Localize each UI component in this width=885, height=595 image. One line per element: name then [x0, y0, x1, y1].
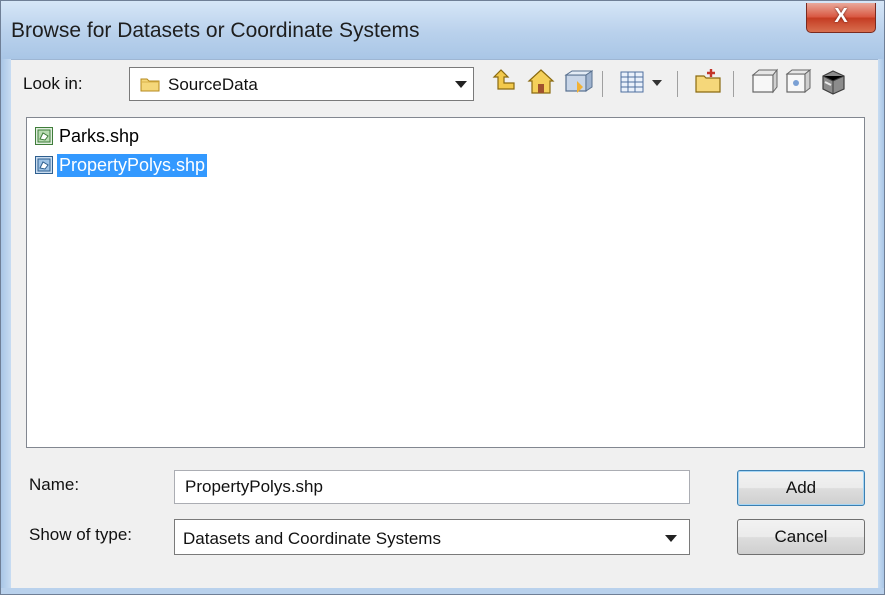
window-frame-bottom [1, 588, 884, 594]
toolbar-separator [677, 71, 678, 97]
title-bar[interactable]: Browse for Datasets or Coordinate System… [1, 1, 884, 60]
new-item-icon[interactable] [749, 67, 779, 97]
show-of-type-dropdown[interactable]: Datasets and Coordinate Systems [174, 519, 690, 555]
window-frame-left [1, 59, 11, 594]
look-in-label: Look in: [23, 74, 83, 93]
connect-to-folder-icon[interactable] [563, 67, 593, 97]
window-title: Browse for Datasets or Coordinate System… [11, 19, 420, 42]
toolbar-separator [602, 71, 603, 97]
window-frame-right [878, 59, 884, 594]
file-name: Parks.shp [59, 126, 140, 146]
close-icon: X [834, 5, 848, 27]
new-folder-icon[interactable] [694, 67, 724, 97]
close-button[interactable]: X [806, 3, 876, 33]
name-input[interactable] [175, 471, 689, 503]
polygon-shapefile-icon [35, 156, 53, 174]
look-in-value: SourceData [168, 75, 258, 94]
home-icon[interactable] [526, 67, 556, 97]
browse-dialog: Browse for Datasets or Coordinate System… [0, 0, 885, 595]
new-database-icon[interactable] [782, 67, 812, 97]
file-list[interactable]: Parks.shp PropertyPolys.shp [26, 117, 865, 448]
toolbar-separator [733, 71, 734, 97]
catalog-options-icon[interactable] [818, 67, 848, 97]
folder-icon [140, 78, 160, 92]
name-label: Name: [29, 475, 80, 494]
view-menu-icon[interactable] [618, 67, 648, 97]
name-field[interactable] [174, 470, 690, 504]
show-of-type-value: Datasets and Coordinate Systems [183, 529, 441, 548]
up-one-level-icon[interactable] [490, 67, 520, 97]
polygon-shapefile-icon [35, 127, 53, 145]
chevron-down-icon[interactable] [665, 535, 677, 542]
look-in-dropdown[interactable]: SourceData [129, 67, 474, 101]
view-dropdown-chevron-icon[interactable] [649, 67, 665, 97]
cancel-button[interactable]: Cancel [737, 519, 865, 555]
show-of-type-label: Show of type: [29, 525, 133, 544]
file-name: PropertyPolys.shp [57, 154, 208, 177]
add-button[interactable]: Add [737, 470, 865, 506]
chevron-down-icon[interactable] [455, 81, 467, 88]
